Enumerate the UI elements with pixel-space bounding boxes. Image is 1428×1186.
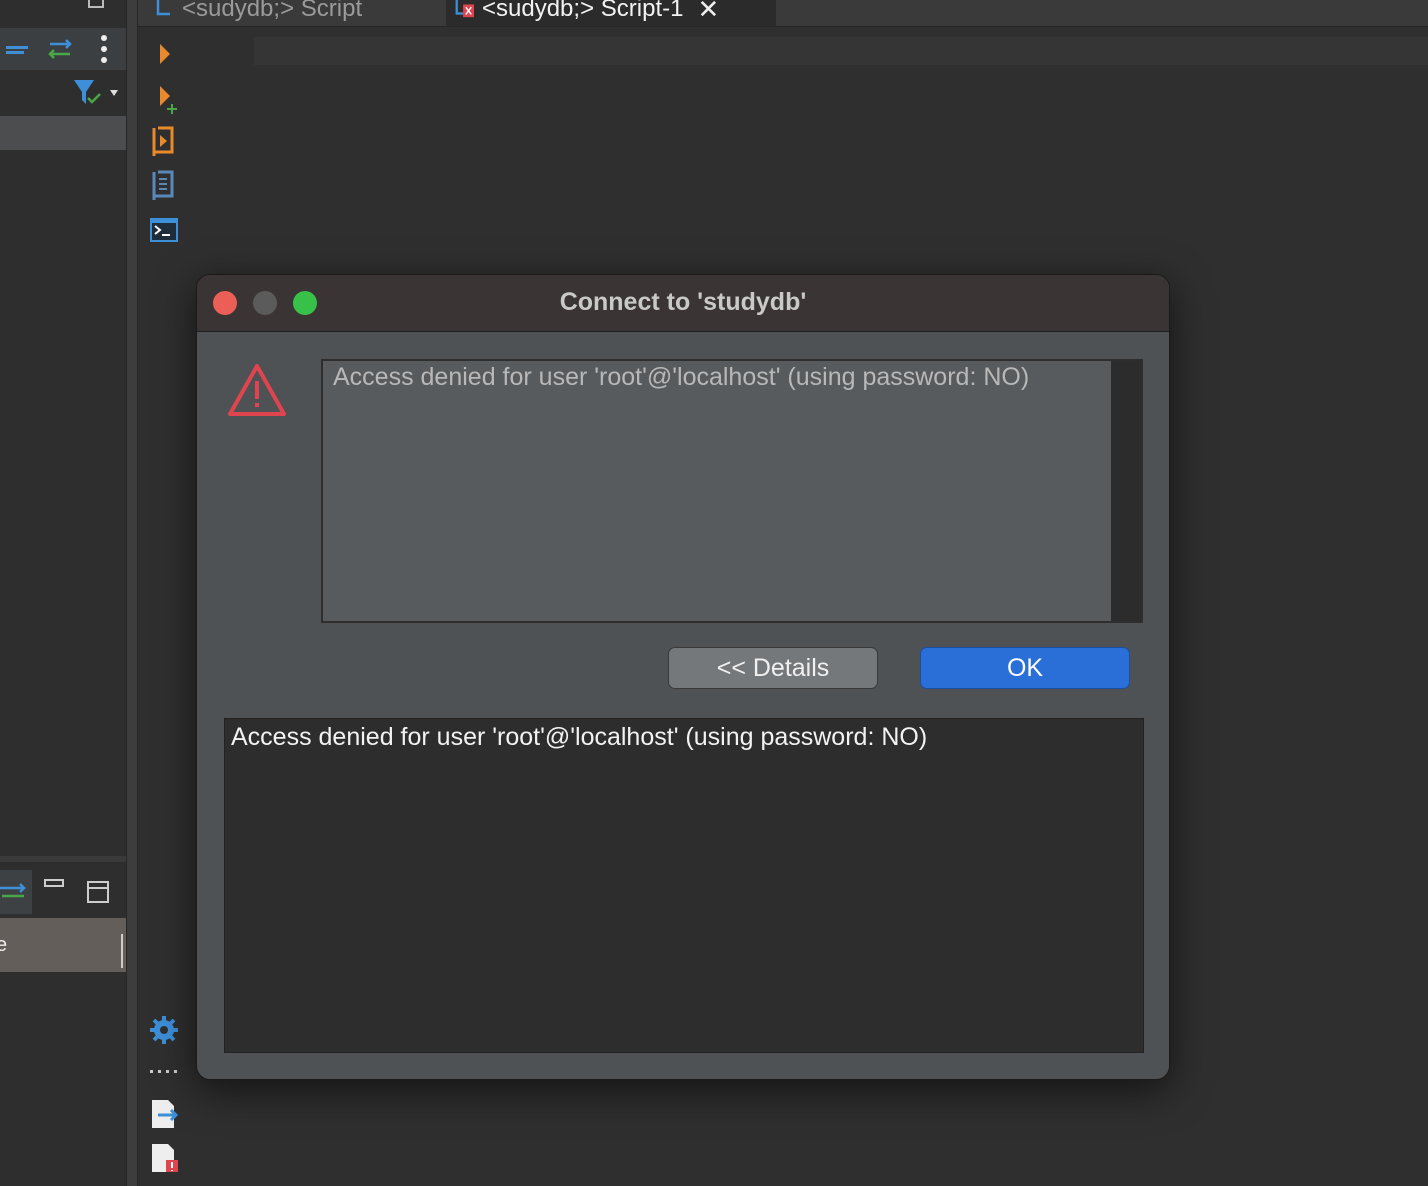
view-menu-icon[interactable] — [96, 32, 112, 66]
bottom-panel-item[interactable]: e — [0, 918, 126, 972]
current-line-highlight — [254, 37, 1428, 65]
ok-button[interactable]: OK — [920, 647, 1130, 689]
error-log-icon[interactable] — [148, 1142, 180, 1174]
tab-script-1[interactable]: <sudydb;> Script-1 ✕ — [446, 0, 776, 26]
navigator-panel: e — [0, 0, 126, 1186]
settings-icon[interactable] — [148, 1014, 180, 1046]
script-icon — [156, 0, 170, 16]
warning-icon — [228, 364, 286, 416]
bottom-panel-toolbar — [0, 862, 126, 918]
bottom-panel-item-label: e — [0, 934, 8, 956]
execute-statement-icon[interactable] — [148, 38, 180, 70]
connect-error-dialog: Connect to 'studydb' Access denied for u… — [196, 274, 1170, 1080]
navigator-toolbar — [0, 28, 126, 70]
dialog-title: Connect to 'studydb' — [559, 288, 807, 316]
dialog-titlebar: Connect to 'studydb' — [197, 275, 1169, 332]
sync-icon[interactable] — [0, 880, 30, 904]
navigator-filter-row — [0, 70, 126, 116]
minimize-icon[interactable] — [44, 878, 64, 890]
explain-plan-icon[interactable] — [148, 170, 180, 202]
panel-splitter[interactable] — [126, 0, 138, 1186]
editor-tab-bar: <sudydb;> Script <sudydb;> Script-1 ✕ — [138, 0, 1428, 27]
script-error-icon — [455, 0, 474, 18]
maximize-panel-icon[interactable] — [86, 880, 110, 904]
selected-tree-item[interactable] — [0, 116, 126, 150]
close-tab-icon[interactable]: ✕ — [697, 0, 719, 25]
details-button[interactable]: << Details — [668, 647, 878, 689]
tab-label: <sudydb;> Script — [182, 0, 363, 22]
export-icon[interactable] — [148, 1098, 180, 1130]
message-scrollbar[interactable] — [1111, 361, 1141, 621]
error-message: Access denied for user 'root'@'localhost… — [333, 363, 1030, 391]
error-details-text: Access denied for user 'root'@'localhost… — [231, 723, 928, 751]
execute-in-new-tab-icon[interactable] — [148, 82, 180, 114]
tab-script[interactable]: <sudydb;> Script — [146, 0, 444, 26]
collapse-icon[interactable] — [2, 40, 32, 58]
execute-script-icon[interactable] — [148, 126, 180, 158]
tab-label: <sudydb;> Script-1 — [482, 0, 684, 22]
link-editor-icon[interactable] — [44, 36, 76, 62]
filter-icon[interactable] — [72, 78, 122, 108]
sql-console-icon[interactable] — [148, 214, 180, 246]
text-cursor — [121, 934, 123, 968]
more-icon[interactable] — [148, 1056, 180, 1088]
error-message-box: Access denied for user 'root'@'localhost… — [321, 359, 1143, 623]
maximize-icon[interactable] — [88, 0, 104, 8]
error-details-box[interactable]: Access denied for user 'root'@'localhost… — [224, 718, 1144, 1053]
